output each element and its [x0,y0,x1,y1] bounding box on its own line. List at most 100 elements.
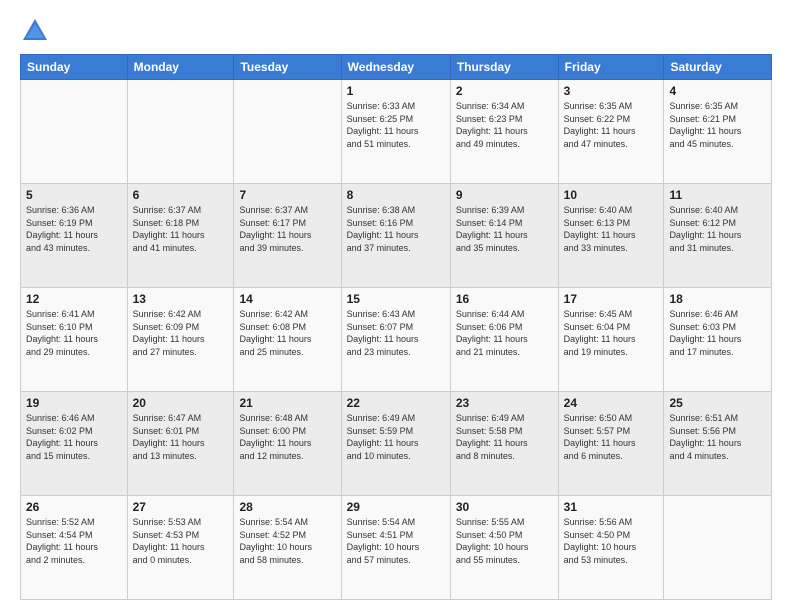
header [20,16,772,46]
day-number: 14 [239,292,335,306]
day-cell [127,80,234,184]
day-cell: 30Sunrise: 5:55 AM Sunset: 4:50 PM Dayli… [450,496,558,600]
day-cell: 1 Sunrise: 6:33 AM Sunset: 6:25 PM Daylig… [341,80,450,184]
day-cell: 23 Sunrise: 6:49 AM Sunset: 5:58 PM Dayli… [450,392,558,496]
day-info: Sunrise: 6:48 AM Sunset: 6:00 PM Dayligh… [239,412,335,462]
day-info: Sunrise: 5:56 AM Sunset: 4:50 PM Dayligh… [564,516,659,566]
day-info: Sunrise: 6:35 AM Sunset: 6:22 PM Dayligh… [564,100,659,150]
weekday-header-wednesday: Wednesday [341,55,450,80]
day-cell: 29 Sunrise: 5:54 AM Sunset: 4:51 PM Dayli… [341,496,450,600]
day-cell [21,80,128,184]
day-info: Sunrise: 6:37 AM Sunset: 6:18 PM Dayligh… [133,204,229,254]
day-cell: 6Sunrise: 6:37 AM Sunset: 6:18 PM Daylig… [127,184,234,288]
day-number: 5 [26,188,122,202]
day-info: Sunrise: 5:53 AM Sunset: 4:53 PM Dayligh… [133,516,229,566]
day-cell: 31 Sunrise: 5:56 AM Sunset: 4:50 PM Dayli… [558,496,664,600]
day-number: 12 [26,292,122,306]
day-cell: 11 Sunrise: 6:40 AM Sunset: 6:12 PM Dayli… [664,184,772,288]
day-info: Sunrise: 6:49 AM Sunset: 5:58 PM Dayligh… [456,412,553,462]
week-row-3: 12 Sunrise: 6:41 AM Sunset: 6:10 PM Dayli… [21,288,772,392]
day-info: Sunrise: 6:40 AM Sunset: 6:13 PM Dayligh… [564,204,659,254]
day-info: Sunrise: 5:55 AM Sunset: 4:50 PM Dayligh… [456,516,553,566]
week-row-5: 26 Sunrise: 5:52 AM Sunset: 4:54 PM Dayli… [21,496,772,600]
day-number: 19 [26,396,122,410]
day-info: Sunrise: 6:33 AM Sunset: 6:25 PM Dayligh… [347,100,445,150]
day-number: 11 [669,188,766,202]
day-number: 23 [456,396,553,410]
weekday-header-monday: Monday [127,55,234,80]
day-cell: 8 Sunrise: 6:38 AM Sunset: 6:16 PM Daylig… [341,184,450,288]
day-number: 28 [239,500,335,514]
day-info: Sunrise: 5:52 AM Sunset: 4:54 PM Dayligh… [26,516,122,566]
day-number: 21 [239,396,335,410]
day-cell [234,80,341,184]
day-info: Sunrise: 6:36 AM Sunset: 6:19 PM Dayligh… [26,204,122,254]
day-number: 15 [347,292,445,306]
day-info: Sunrise: 6:42 AM Sunset: 6:09 PM Dayligh… [133,308,229,358]
day-number: 16 [456,292,553,306]
day-cell: 18 Sunrise: 6:46 AM Sunset: 6:03 PM Dayli… [664,288,772,392]
day-info: Sunrise: 6:50 AM Sunset: 5:57 PM Dayligh… [564,412,659,462]
day-number: 8 [347,188,445,202]
day-number: 29 [347,500,445,514]
day-info: Sunrise: 6:35 AM Sunset: 6:21 PM Dayligh… [669,100,766,150]
day-info: Sunrise: 6:49 AM Sunset: 5:59 PM Dayligh… [347,412,445,462]
day-cell: 22 Sunrise: 6:49 AM Sunset: 5:59 PM Dayli… [341,392,450,496]
day-info: Sunrise: 6:42 AM Sunset: 6:08 PM Dayligh… [239,308,335,358]
day-number: 7 [239,188,335,202]
day-number: 17 [564,292,659,306]
day-cell: 4 Sunrise: 6:35 AM Sunset: 6:21 PM Daylig… [664,80,772,184]
day-cell: 9Sunrise: 6:39 AM Sunset: 6:14 PM Daylig… [450,184,558,288]
day-cell: 15 Sunrise: 6:43 AM Sunset: 6:07 PM Dayli… [341,288,450,392]
day-cell: 16 Sunrise: 6:44 AM Sunset: 6:06 PM Dayli… [450,288,558,392]
day-number: 4 [669,84,766,98]
day-info: Sunrise: 6:51 AM Sunset: 5:56 PM Dayligh… [669,412,766,462]
day-number: 22 [347,396,445,410]
day-cell: 24Sunrise: 6:50 AM Sunset: 5:57 PM Dayli… [558,392,664,496]
week-row-4: 19Sunrise: 6:46 AM Sunset: 6:02 PM Dayli… [21,392,772,496]
day-number: 26 [26,500,122,514]
day-info: Sunrise: 5:54 AM Sunset: 4:51 PM Dayligh… [347,516,445,566]
day-cell: 12 Sunrise: 6:41 AM Sunset: 6:10 PM Dayli… [21,288,128,392]
weekday-header-tuesday: Tuesday [234,55,341,80]
day-cell [664,496,772,600]
weekday-header-row: SundayMondayTuesdayWednesdayThursdayFrid… [21,55,772,80]
day-number: 20 [133,396,229,410]
day-info: Sunrise: 6:43 AM Sunset: 6:07 PM Dayligh… [347,308,445,358]
day-number: 13 [133,292,229,306]
day-number: 25 [669,396,766,410]
day-number: 31 [564,500,659,514]
day-cell: 20 Sunrise: 6:47 AM Sunset: 6:01 PM Dayli… [127,392,234,496]
day-info: Sunrise: 6:40 AM Sunset: 6:12 PM Dayligh… [669,204,766,254]
day-number: 18 [669,292,766,306]
day-info: Sunrise: 6:46 AM Sunset: 6:03 PM Dayligh… [669,308,766,358]
day-cell: 27 Sunrise: 5:53 AM Sunset: 4:53 PM Dayli… [127,496,234,600]
day-cell: 28 Sunrise: 5:54 AM Sunset: 4:52 PM Dayli… [234,496,341,600]
week-row-2: 5 Sunrise: 6:36 AM Sunset: 6:19 PM Daylig… [21,184,772,288]
calendar-table: SundayMondayTuesdayWednesdayThursdayFrid… [20,54,772,600]
day-info: Sunrise: 6:44 AM Sunset: 6:06 PM Dayligh… [456,308,553,358]
day-number: 2 [456,84,553,98]
logo-icon [20,16,50,46]
day-cell: 21 Sunrise: 6:48 AM Sunset: 6:00 PM Dayli… [234,392,341,496]
day-info: Sunrise: 6:45 AM Sunset: 6:04 PM Dayligh… [564,308,659,358]
day-cell: 17 Sunrise: 6:45 AM Sunset: 6:04 PM Dayli… [558,288,664,392]
day-cell: 19Sunrise: 6:46 AM Sunset: 6:02 PM Dayli… [21,392,128,496]
day-info: Sunrise: 6:37 AM Sunset: 6:17 PM Dayligh… [239,204,335,254]
day-info: Sunrise: 6:38 AM Sunset: 6:16 PM Dayligh… [347,204,445,254]
day-number: 1 [347,84,445,98]
day-info: Sunrise: 5:54 AM Sunset: 4:52 PM Dayligh… [239,516,335,566]
day-number: 10 [564,188,659,202]
day-number: 3 [564,84,659,98]
weekday-header-thursday: Thursday [450,55,558,80]
day-cell: 5 Sunrise: 6:36 AM Sunset: 6:19 PM Daylig… [21,184,128,288]
day-cell: 3 Sunrise: 6:35 AM Sunset: 6:22 PM Daylig… [558,80,664,184]
day-cell: 25 Sunrise: 6:51 AM Sunset: 5:56 PM Dayli… [664,392,772,496]
day-cell: 13 Sunrise: 6:42 AM Sunset: 6:09 PM Dayli… [127,288,234,392]
day-number: 27 [133,500,229,514]
day-info: Sunrise: 6:47 AM Sunset: 6:01 PM Dayligh… [133,412,229,462]
day-info: Sunrise: 6:41 AM Sunset: 6:10 PM Dayligh… [26,308,122,358]
page: SundayMondayTuesdayWednesdayThursdayFrid… [0,0,792,612]
weekday-header-saturday: Saturday [664,55,772,80]
day-cell: 26 Sunrise: 5:52 AM Sunset: 4:54 PM Dayli… [21,496,128,600]
